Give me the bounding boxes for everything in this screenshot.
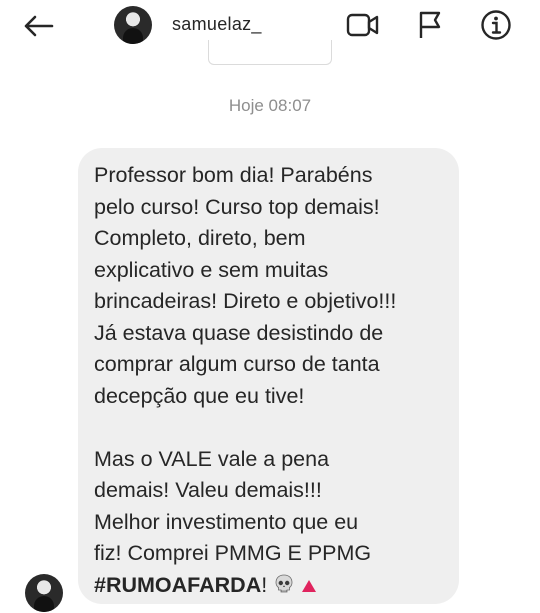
message-paragraph-1: Professor bom dia! Parabéns pelo curso! … bbox=[94, 163, 397, 408]
info-icon bbox=[481, 10, 511, 40]
chat-username[interactable]: samuelaz_ bbox=[172, 14, 262, 35]
message-spacer bbox=[94, 412, 449, 444]
back-button[interactable] bbox=[20, 10, 56, 42]
message-timestamp: Hoje 08:07 bbox=[228, 96, 312, 115]
avatar[interactable] bbox=[114, 6, 152, 44]
report-button[interactable] bbox=[412, 8, 448, 42]
sender-avatar[interactable] bbox=[25, 574, 63, 612]
arrow-left-icon bbox=[24, 15, 54, 37]
video-camera-icon bbox=[346, 13, 379, 37]
info-button[interactable] bbox=[478, 8, 514, 42]
skull-icon bbox=[275, 574, 293, 592]
hashtag-suffix: ! bbox=[261, 572, 268, 597]
video-call-button[interactable] bbox=[345, 8, 381, 42]
hashtag[interactable]: #RUMOAFARDA bbox=[94, 573, 261, 597]
message-closing-line: #RUMOAFARDA! bbox=[94, 570, 449, 602]
red-triangle-icon bbox=[302, 579, 317, 592]
flag-icon bbox=[419, 11, 441, 38]
previous-message-bubble bbox=[208, 40, 332, 65]
message-paragraph-2: Mas o VALE vale a pena demais! Valeu dem… bbox=[94, 446, 372, 566]
message-bubble[interactable]: Professor bom dia! Parabéns pelo curso! … bbox=[78, 148, 459, 604]
